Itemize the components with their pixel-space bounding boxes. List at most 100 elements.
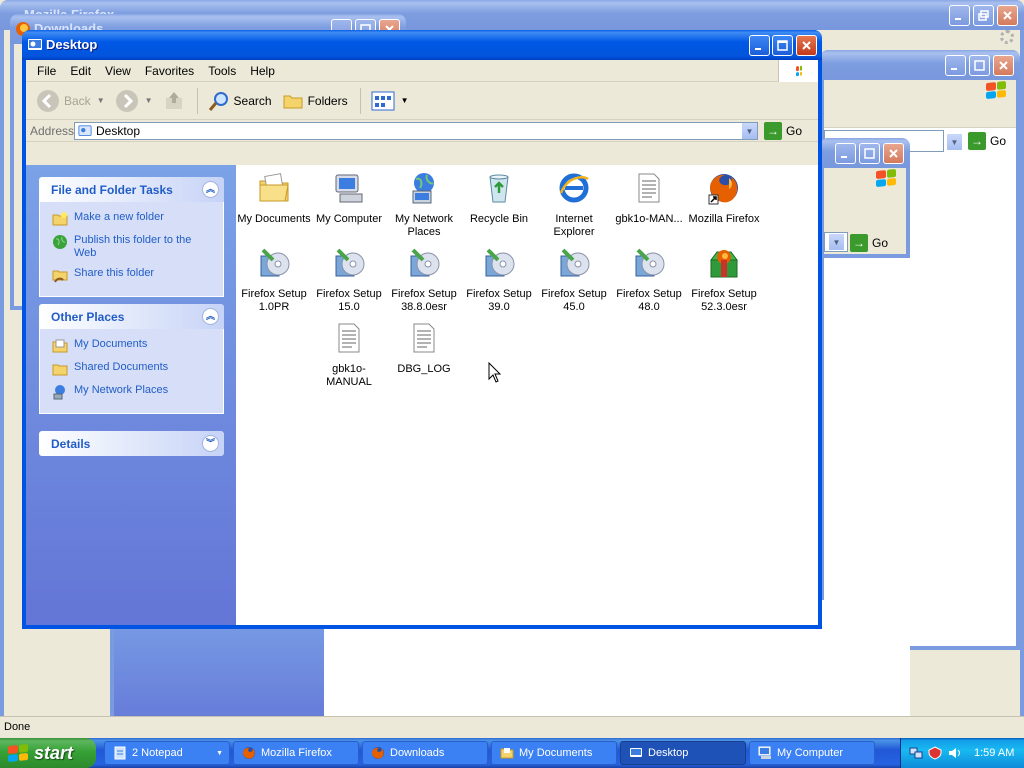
file-item[interactable]: Firefox Setup 48.0 bbox=[612, 246, 686, 314]
toolbar-separator bbox=[359, 87, 361, 114]
shared-documents-link[interactable]: Shared Documents bbox=[52, 361, 215, 377]
close-button[interactable] bbox=[997, 5, 1018, 26]
publish-to-web-link[interactable]: Publish this folder to the Web bbox=[52, 234, 215, 260]
other-places-panel: Other Places ︽ My Documents Shared Docum… bbox=[39, 304, 224, 414]
volume-tray-icon[interactable] bbox=[947, 746, 961, 760]
folder-icon bbox=[52, 364, 68, 376]
my-documents-icon bbox=[259, 173, 289, 202]
minimize-button[interactable] bbox=[945, 55, 966, 76]
standard-toolbar: Back ▼ ▼ Search Folders ▼ bbox=[26, 82, 818, 120]
folder-icon bbox=[500, 748, 514, 759]
taskbar-downloads[interactable]: Downloads bbox=[362, 741, 488, 765]
expand-chevron-icon[interactable]: ︾ bbox=[202, 435, 219, 452]
minimize-button[interactable] bbox=[949, 5, 970, 26]
my-computer-titlebar[interactable] bbox=[820, 50, 1020, 80]
other-places-my-documents-link[interactable]: My Documents bbox=[52, 338, 215, 354]
setup-icon bbox=[410, 248, 440, 277]
file-item[interactable]: gbk1o-MAN... bbox=[612, 171, 686, 226]
close-button[interactable] bbox=[883, 143, 904, 164]
close-button[interactable] bbox=[993, 55, 1014, 76]
setup-icon bbox=[260, 248, 290, 277]
clock[interactable]: 1:59 AM bbox=[974, 747, 1014, 759]
recycle-bin-icon bbox=[489, 174, 509, 203]
menu-help[interactable]: Help bbox=[243, 61, 282, 81]
file-item[interactable]: Firefox Setup 52.3.0esr bbox=[687, 246, 761, 314]
minimize-button[interactable] bbox=[749, 35, 770, 56]
menu-file[interactable]: File bbox=[30, 61, 63, 81]
address-bar: Address Desktop ▼ → Go bbox=[26, 120, 818, 142]
details-header[interactable]: Details ︾ bbox=[39, 431, 224, 456]
go-arrow-icon: → bbox=[764, 122, 782, 140]
make-new-folder-link[interactable]: Make a new folder bbox=[52, 211, 215, 227]
file-item[interactable]: Mozilla Firefox bbox=[687, 171, 761, 226]
go-button[interactable]: → Go bbox=[764, 122, 802, 140]
menu-tools[interactable]: Tools bbox=[201, 61, 243, 81]
taskbar-my-computer[interactable]: My Computer bbox=[749, 741, 875, 765]
file-item[interactable]: Firefox Setup 39.0 bbox=[462, 246, 536, 314]
minimize-button[interactable] bbox=[835, 143, 856, 164]
windows-logo-icon bbox=[986, 80, 1006, 100]
forward-button[interactable]: ▼ bbox=[111, 86, 157, 116]
restore-button[interactable] bbox=[973, 5, 994, 26]
other-places-network-link[interactable]: My Network Places bbox=[52, 384, 215, 400]
start-button[interactable]: start bbox=[0, 738, 96, 768]
up-folder-icon bbox=[165, 91, 182, 109]
internet-explorer-icon bbox=[559, 173, 589, 203]
firefox-icon bbox=[243, 747, 255, 759]
address-dropdown-button[interactable]: ▼ bbox=[741, 123, 757, 139]
search-icon bbox=[208, 91, 228, 111]
network-tray-icon[interactable] bbox=[909, 746, 923, 760]
address-dropdown-button[interactable]: ▼ bbox=[946, 134, 962, 150]
menu-favorites[interactable]: Favorites bbox=[138, 61, 201, 81]
views-button[interactable]: ▼ bbox=[367, 87, 413, 115]
file-item[interactable]: Firefox Setup 38.8.0esr bbox=[387, 246, 461, 314]
file-item[interactable]: Firefox Setup 45.0 bbox=[537, 246, 611, 314]
status-text: Done bbox=[4, 721, 31, 733]
taskbar-mozilla-firefox[interactable]: Mozilla Firefox bbox=[233, 741, 359, 765]
file-item[interactable]: My Network Places bbox=[387, 171, 461, 239]
maximize-button[interactable] bbox=[859, 143, 880, 164]
details-panel: Details ︾ bbox=[39, 431, 224, 456]
menu-view[interactable]: View bbox=[98, 61, 138, 81]
my-documents-window[interactable]: ▼ → Go bbox=[820, 138, 910, 258]
file-folder-tasks-header[interactable]: File and Folder Tasks ︽ bbox=[39, 177, 224, 202]
taskbar-my-documents[interactable]: My Documents bbox=[491, 741, 617, 765]
go-button[interactable]: → Go bbox=[850, 234, 888, 252]
taskbar-desktop[interactable]: Desktop bbox=[620, 741, 746, 765]
file-item[interactable]: My Computer bbox=[312, 171, 386, 226]
file-item[interactable]: Recycle Bin bbox=[462, 171, 536, 226]
maximize-button[interactable] bbox=[772, 35, 793, 56]
file-item[interactable]: gbk1o-MANUAL bbox=[312, 321, 386, 389]
taskbar-notepad-group[interactable]: 2 Notepad ▼ bbox=[104, 741, 230, 765]
menu-edit[interactable]: Edit bbox=[63, 61, 98, 81]
address-input[interactable]: Desktop ▼ bbox=[74, 122, 758, 140]
up-folder-button[interactable] bbox=[159, 87, 189, 115]
desktop-explorer-window[interactable]: Desktop File Edit View Favorites Tools H… bbox=[22, 30, 822, 629]
file-list-view[interactable]: My Documents My Computer My Network Plac… bbox=[236, 165, 818, 625]
maximize-button[interactable] bbox=[969, 55, 990, 76]
desktop-titlebar[interactable]: Desktop bbox=[22, 30, 822, 60]
collapse-chevron-icon[interactable]: ︽ bbox=[202, 308, 219, 325]
file-item[interactable]: Internet Explorer bbox=[537, 171, 611, 239]
share-folder-link[interactable]: Share this folder bbox=[52, 267, 215, 283]
other-places-header[interactable]: Other Places ︽ bbox=[39, 304, 224, 329]
folders-button[interactable]: Folders bbox=[278, 87, 352, 115]
collapse-chevron-icon[interactable]: ︽ bbox=[202, 181, 219, 198]
go-button[interactable]: → Go bbox=[968, 132, 1006, 150]
search-button[interactable]: Search bbox=[204, 87, 276, 115]
my-documents-titlebar[interactable] bbox=[820, 138, 910, 168]
security-tray-icon[interactable] bbox=[928, 746, 942, 760]
file-item[interactable]: Firefox Setup 15.0 bbox=[312, 246, 386, 314]
task-pane: File and Folder Tasks ︽ Make a new folde… bbox=[26, 165, 236, 625]
firefox-icon bbox=[372, 747, 384, 759]
close-button[interactable] bbox=[796, 35, 817, 56]
file-item[interactable]: Firefox Setup 1.0PR bbox=[237, 246, 311, 314]
windows-logo-icon bbox=[778, 60, 818, 82]
address-dropdown-button[interactable]: ▼ bbox=[828, 234, 844, 250]
back-button[interactable]: Back ▼ bbox=[32, 86, 109, 116]
file-item[interactable]: DBG_LOG bbox=[387, 321, 461, 376]
throbber-icon bbox=[1000, 30, 1014, 44]
globe-icon bbox=[53, 235, 67, 249]
system-tray: 1:59 AM bbox=[900, 738, 1024, 768]
file-item[interactable]: My Documents bbox=[237, 171, 311, 226]
